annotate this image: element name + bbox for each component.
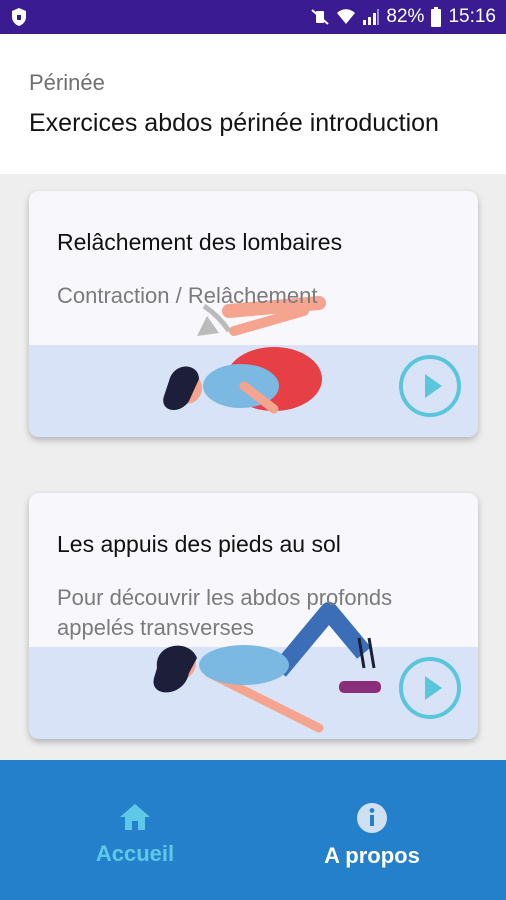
exercise-title: Les appuis des pieds au sol (57, 531, 341, 557)
wifi-icon (337, 9, 356, 24)
battery-percent: 82% (386, 6, 425, 27)
exercise-description: Contraction / Relâchement (57, 283, 318, 308)
exercise-list[interactable]: Relâchement des lombaires Contraction / … (0, 174, 506, 760)
play-circle-icon[interactable] (399, 355, 461, 417)
exercise-title: Relâchement des lombaires (57, 229, 343, 255)
status-bar: 82% 15:16 (0, 0, 506, 34)
battery-icon (431, 7, 442, 27)
exercise-card[interactable]: Les appuis des pieds au sol Pour découvr… (29, 493, 478, 739)
nav-about[interactable]: A propos (292, 802, 452, 869)
page-header: Périnée Exercices abdos périnée introduc… (0, 34, 506, 174)
page-title: Exercices abdos périnée introduction (29, 109, 439, 137)
play-circle-icon[interactable] (399, 657, 461, 719)
category-label: Périnée (29, 70, 105, 95)
clock: 15:16 (448, 6, 496, 27)
nav-home-label: Accueil (95, 841, 175, 866)
info-icon (357, 803, 387, 833)
signal-icon (363, 9, 380, 25)
shield-icon (12, 8, 26, 26)
home-icon (120, 804, 150, 830)
nav-home[interactable]: Accueil (55, 802, 215, 867)
bottom-navigation: Accueil A propos (0, 760, 506, 900)
exercise-card[interactable]: Relâchement des lombaires Contraction / … (29, 191, 478, 437)
exercise-description: Pour découvrir les abdos profonds appelé… (57, 585, 393, 640)
mute-vibrate-icon (311, 9, 330, 25)
nav-about-label: A propos (324, 843, 420, 868)
